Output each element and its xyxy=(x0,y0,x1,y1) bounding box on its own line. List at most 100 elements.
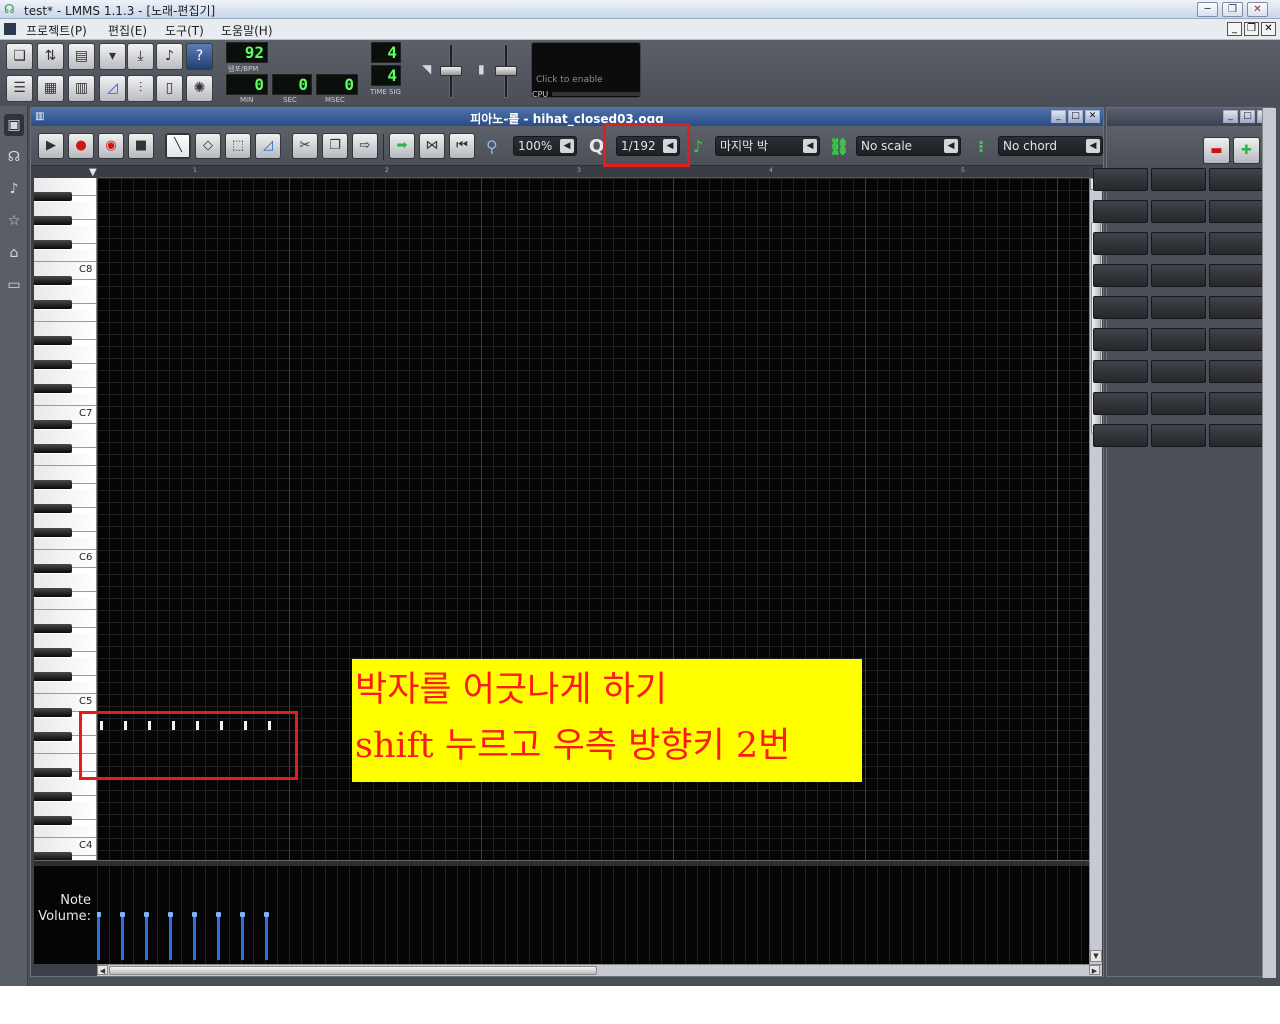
note-volume-bar[interactable] xyxy=(241,914,244,960)
time-sig-numerator[interactable]: 4 xyxy=(371,42,401,63)
pattern-slot[interactable] xyxy=(1151,392,1206,415)
black-key[interactable] xyxy=(34,444,72,453)
black-key[interactable] xyxy=(34,276,72,285)
black-key[interactable] xyxy=(34,420,72,429)
piano-roll-close-button[interactable]: ✕ xyxy=(1085,110,1100,123)
scroll-right-arrow[interactable]: ▶ xyxy=(1089,965,1100,975)
cut-icon[interactable]: ✂ xyxy=(292,133,318,159)
black-key[interactable] xyxy=(34,624,72,633)
pattern-slot[interactable] xyxy=(1151,200,1206,223)
note-volume-bar[interactable] xyxy=(217,914,220,960)
new-from-template-icon[interactable]: ⇅ xyxy=(37,43,64,70)
white-key[interactable] xyxy=(34,454,96,466)
scale-combobox[interactable]: No scale ◀ xyxy=(856,136,961,156)
select-mode-icon[interactable]: ⬚ xyxy=(225,133,251,159)
note-volume-handle[interactable] xyxy=(192,912,197,917)
timeline-ruler[interactable]: 1 2 3 4 5 xyxy=(97,167,1089,178)
white-key[interactable] xyxy=(34,250,96,262)
pattern-slot[interactable] xyxy=(1093,200,1148,223)
menu-help[interactable]: 도움말(H) xyxy=(221,22,273,39)
pattern-slot[interactable] xyxy=(1209,328,1264,351)
add-icon[interactable]: ✚ xyxy=(1233,137,1260,164)
black-key[interactable] xyxy=(34,708,72,717)
pattern-slot[interactable] xyxy=(1151,296,1206,319)
zoom-combobox[interactable]: 100% ◀ xyxy=(513,136,577,156)
pattern-slot[interactable] xyxy=(1093,360,1148,383)
song-editor-icon[interactable]: ☰ xyxy=(6,75,33,102)
pattern-slot[interactable] xyxy=(1151,424,1206,447)
black-key[interactable] xyxy=(34,588,72,597)
recent-projects-icon[interactable]: ▾ xyxy=(99,43,126,70)
note-volume-handle[interactable] xyxy=(240,912,245,917)
close-button[interactable]: ✕ xyxy=(1247,2,1268,17)
black-key[interactable] xyxy=(34,192,72,201)
pattern-slot[interactable] xyxy=(1209,296,1264,319)
note-volume-bar[interactable] xyxy=(265,914,268,960)
export-icon[interactable]: ♪ xyxy=(156,43,183,70)
note-volume-bar[interactable] xyxy=(121,914,124,960)
note-volume-bar[interactable] xyxy=(169,914,172,960)
note-volume-handle[interactable] xyxy=(216,912,221,917)
right-subwindow-maximize-button[interactable]: □ xyxy=(1240,110,1255,123)
black-key[interactable] xyxy=(34,528,72,537)
pattern-slot[interactable] xyxy=(1093,296,1148,319)
note-length-combobox[interactable]: 마지막 박 ◀ xyxy=(715,136,820,156)
note-volume-handle[interactable] xyxy=(264,912,269,917)
pattern-slot[interactable] xyxy=(1151,264,1206,287)
white-key[interactable] xyxy=(34,538,96,550)
white-key[interactable] xyxy=(34,394,96,406)
white-key[interactable] xyxy=(34,598,96,610)
note-volume-handle[interactable] xyxy=(144,912,149,917)
black-key[interactable] xyxy=(34,768,72,777)
menu-tools[interactable]: 도구(T) xyxy=(165,22,204,39)
my-favorites-icon[interactable]: ☆ xyxy=(4,210,24,232)
black-key[interactable] xyxy=(34,216,72,225)
black-key[interactable] xyxy=(34,360,72,369)
mdi-restore-button[interactable]: ❐ xyxy=(1244,22,1259,36)
right-subwindow-minimize-button[interactable]: _ xyxy=(1223,110,1238,123)
pattern-slot[interactable] xyxy=(1093,168,1148,191)
minimize-button[interactable]: ─ xyxy=(1197,2,1218,17)
white-key[interactable] xyxy=(34,310,96,322)
black-key[interactable] xyxy=(34,852,72,860)
detune-mode-icon[interactable]: ◿ xyxy=(255,133,281,159)
black-key[interactable] xyxy=(34,648,72,657)
horizontal-scrollbar[interactable]: ◀ ▶ xyxy=(97,964,1102,976)
pattern-slot[interactable] xyxy=(1093,264,1148,287)
pattern-slot[interactable] xyxy=(1093,392,1148,415)
pattern-slot[interactable] xyxy=(1093,424,1148,447)
piano-roll-icon[interactable]: ▥ xyxy=(68,75,95,102)
play-icon[interactable]: ▶ xyxy=(38,133,64,159)
time-sig-denominator[interactable]: 4 xyxy=(371,65,401,86)
record-icon[interactable]: ● xyxy=(68,133,94,159)
note-volume-lane[interactable] xyxy=(97,866,1089,964)
copy-icon[interactable]: ❐ xyxy=(322,133,348,159)
menu-project[interactable]: 프로젝트(P) xyxy=(26,22,87,39)
black-key[interactable] xyxy=(34,504,72,513)
record-next-icon[interactable]: ➡ xyxy=(389,133,415,159)
project-notes-icon[interactable]: ▯ xyxy=(156,75,183,102)
erase-mode-icon[interactable]: ◇ xyxy=(195,133,221,159)
maximize-button[interactable]: ❐ xyxy=(1222,2,1243,17)
rewind-icon[interactable]: ⏮ xyxy=(449,133,475,159)
save-project-icon[interactable]: ⤓ xyxy=(127,43,154,70)
note-volume-bar[interactable] xyxy=(145,914,148,960)
menu-edit[interactable]: 편집(E) xyxy=(108,22,147,39)
chord-combobox[interactable]: No chord ◀ xyxy=(998,136,1103,156)
pattern-slot[interactable] xyxy=(1209,264,1264,287)
pattern-slot[interactable] xyxy=(1209,392,1264,415)
automation-editor-icon[interactable]: ◿ xyxy=(99,75,126,102)
whats-this-icon[interactable]: ? xyxy=(186,43,213,70)
black-key[interactable] xyxy=(34,300,72,309)
piano-roll-minimize-button[interactable]: _ xyxy=(1051,110,1066,123)
my-home-icon[interactable]: ⌂ xyxy=(4,242,24,264)
black-key[interactable] xyxy=(34,816,72,825)
note-volume-bar[interactable] xyxy=(193,914,196,960)
pattern-slot[interactable] xyxy=(1151,360,1206,383)
scroll-left-arrow[interactable]: ◀ xyxy=(97,965,108,975)
white-key[interactable] xyxy=(34,682,96,694)
master-pitch-slider[interactable] xyxy=(495,66,517,76)
fx-mixer-icon[interactable]: ⫶ xyxy=(127,75,154,102)
note-volume-bar[interactable] xyxy=(97,914,100,960)
playhead-marker-icon[interactable]: ▼ xyxy=(89,168,97,178)
